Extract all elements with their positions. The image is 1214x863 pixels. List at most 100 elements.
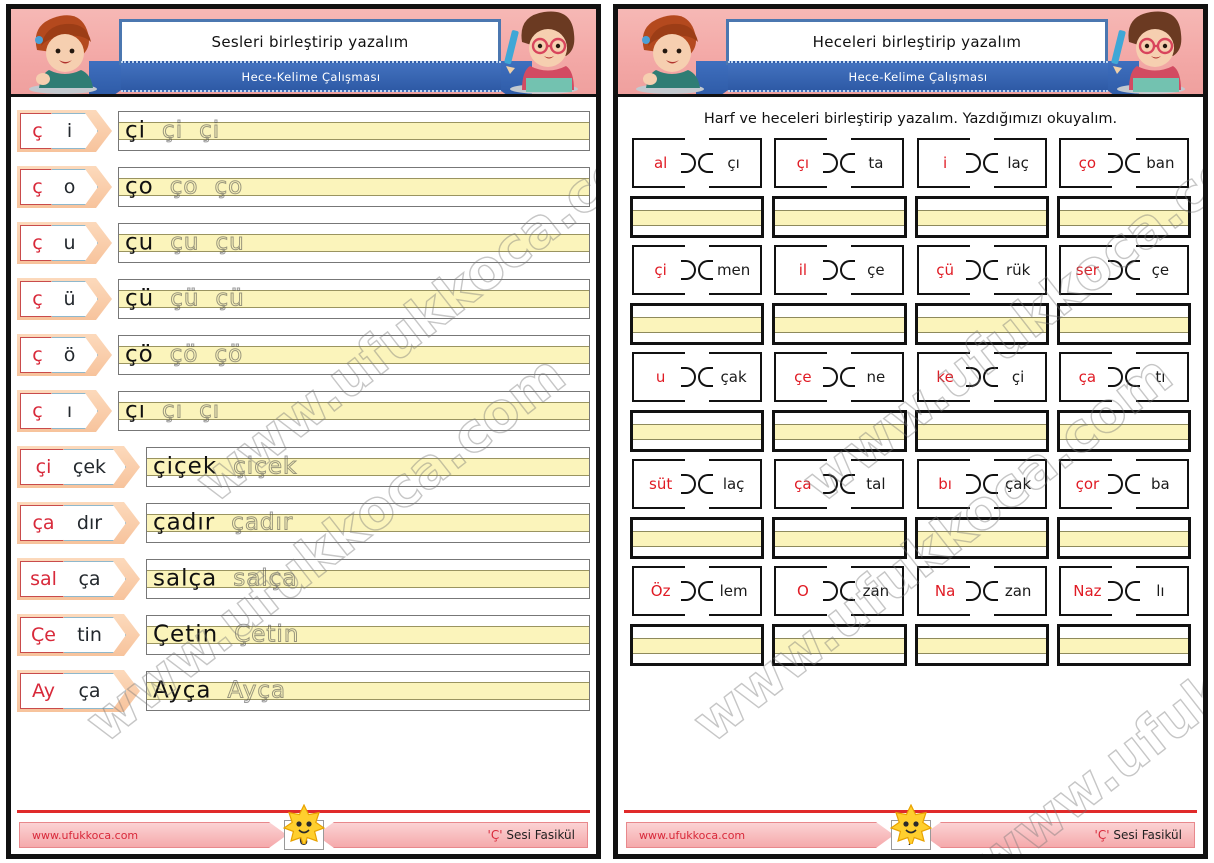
syllable-tag[interactable]: ç i bbox=[17, 110, 112, 152]
puzzle-pair[interactable]: il çe bbox=[774, 244, 905, 296]
puzzle-piece-left[interactable]: ke bbox=[916, 352, 981, 402]
footer-site-bar[interactable]: www.ufukkoca.com bbox=[626, 822, 894, 848]
answer-writing-line[interactable] bbox=[772, 410, 907, 452]
answer-writing-line[interactable] bbox=[772, 517, 907, 559]
answer-writing-line[interactable] bbox=[630, 303, 765, 345]
answer-writing-line[interactable] bbox=[914, 517, 1049, 559]
puzzle-pair[interactable]: al çı bbox=[632, 137, 763, 189]
syllable-tag[interactable]: ç ı bbox=[17, 390, 112, 432]
puzzle-pair[interactable]: çi men bbox=[632, 244, 763, 296]
puzzle-piece-left[interactable]: çe bbox=[774, 352, 839, 402]
syllable-tag[interactable]: sal ça bbox=[17, 558, 140, 600]
answer-writing-line[interactable] bbox=[914, 410, 1049, 452]
syllable-tag[interactable]: Çe tin bbox=[17, 614, 140, 656]
puzzle-piece-right[interactable]: men bbox=[698, 245, 763, 295]
answer-writing-line[interactable] bbox=[630, 517, 765, 559]
puzzle-piece-left[interactable]: O bbox=[774, 566, 839, 616]
answer-writing-line[interactable] bbox=[630, 410, 765, 452]
puzzle-piece-left[interactable]: çor bbox=[1058, 459, 1123, 509]
puzzle-pair[interactable]: ça tı bbox=[1058, 351, 1189, 403]
puzzle-piece-left[interactable]: Naz bbox=[1058, 566, 1123, 616]
puzzle-pair[interactable]: Öz lem bbox=[632, 565, 763, 617]
puzzle-piece-left[interactable]: ser bbox=[1058, 245, 1123, 295]
puzzle-piece-right[interactable]: lem bbox=[698, 566, 763, 616]
puzzle-piece-right[interactable]: laç bbox=[698, 459, 763, 509]
puzzle-piece-left[interactable]: Öz bbox=[632, 566, 697, 616]
puzzle-pair[interactable]: i laç bbox=[916, 137, 1047, 189]
answer-writing-line[interactable] bbox=[914, 303, 1049, 345]
puzzle-piece-right[interactable]: tı bbox=[1124, 352, 1189, 402]
footer-booklet-bar[interactable]: 'Ç' Sesi Fasikül bbox=[923, 822, 1195, 848]
puzzle-pair[interactable]: ser çe bbox=[1058, 244, 1189, 296]
syllable-tag[interactable]: ça dır bbox=[17, 502, 140, 544]
puzzle-piece-left[interactable]: çi bbox=[632, 245, 697, 295]
writing-line[interactable]: Ayça Ayça bbox=[146, 671, 590, 711]
puzzle-pair[interactable]: ço ban bbox=[1058, 137, 1189, 189]
puzzle-piece-left[interactable]: Na bbox=[916, 566, 981, 616]
answer-writing-line[interactable] bbox=[772, 303, 907, 345]
answer-writing-line[interactable] bbox=[772, 196, 907, 238]
puzzle-pair[interactable]: çor ba bbox=[1058, 458, 1189, 510]
puzzle-piece-left[interactable]: u bbox=[632, 352, 697, 402]
puzzle-piece-right[interactable]: rük bbox=[982, 245, 1047, 295]
writing-line[interactable]: çiçek çiçek bbox=[146, 447, 590, 487]
puzzle-pair[interactable]: çe ne bbox=[774, 351, 905, 403]
puzzle-piece-right[interactable]: çak bbox=[982, 459, 1047, 509]
writing-line[interactable]: çı çı çı bbox=[118, 391, 590, 431]
writing-line[interactable]: çi çi çi bbox=[118, 111, 590, 151]
writing-line[interactable]: Çetin Çetin bbox=[146, 615, 590, 655]
puzzle-piece-right[interactable]: tal bbox=[840, 459, 905, 509]
puzzle-pair[interactable]: O zan bbox=[774, 565, 905, 617]
puzzle-piece-left[interactable]: bı bbox=[916, 459, 981, 509]
puzzle-pair[interactable]: u çak bbox=[632, 351, 763, 403]
answer-writing-line[interactable] bbox=[772, 624, 907, 666]
writing-line[interactable]: çü çü çü bbox=[118, 279, 590, 319]
puzzle-pair[interactable]: bı çak bbox=[916, 458, 1047, 510]
puzzle-piece-right[interactable]: çe bbox=[840, 245, 905, 295]
writing-line[interactable]: çu çu çu bbox=[118, 223, 590, 263]
puzzle-piece-right[interactable]: ban bbox=[1124, 138, 1189, 188]
puzzle-piece-right[interactable]: ba bbox=[1124, 459, 1189, 509]
puzzle-piece-right[interactable]: zan bbox=[982, 566, 1047, 616]
puzzle-piece-left[interactable]: ça bbox=[774, 459, 839, 509]
puzzle-pair[interactable]: Na zan bbox=[916, 565, 1047, 617]
syllable-tag[interactable]: ç o bbox=[17, 166, 112, 208]
syllable-tag[interactable]: Ay ça bbox=[17, 670, 140, 712]
answer-writing-line[interactable] bbox=[914, 196, 1049, 238]
footer-site-bar[interactable]: www.ufukkoca.com bbox=[19, 822, 287, 848]
puzzle-pair[interactable]: süt laç bbox=[632, 458, 763, 510]
answer-writing-line[interactable] bbox=[914, 624, 1049, 666]
answer-writing-line[interactable] bbox=[1056, 196, 1191, 238]
answer-writing-line[interactable] bbox=[1056, 410, 1191, 452]
puzzle-piece-right[interactable]: çı bbox=[698, 138, 763, 188]
answer-writing-line[interactable] bbox=[1056, 624, 1191, 666]
puzzle-piece-right[interactable]: ta bbox=[840, 138, 905, 188]
answer-writing-line[interactable] bbox=[1056, 303, 1191, 345]
puzzle-piece-left[interactable]: çı bbox=[774, 138, 839, 188]
puzzle-piece-left[interactable]: i bbox=[916, 138, 981, 188]
writing-line[interactable]: çadır çadır bbox=[146, 503, 590, 543]
syllable-tag[interactable]: ç ü bbox=[17, 278, 112, 320]
puzzle-piece-right[interactable]: çak bbox=[698, 352, 763, 402]
puzzle-pair[interactable]: ke çi bbox=[916, 351, 1047, 403]
puzzle-piece-right[interactable]: zan bbox=[840, 566, 905, 616]
puzzle-piece-left[interactable]: al bbox=[632, 138, 697, 188]
puzzle-piece-left[interactable]: il bbox=[774, 245, 839, 295]
puzzle-piece-right[interactable]: laç bbox=[982, 138, 1047, 188]
puzzle-piece-right[interactable]: lı bbox=[1124, 566, 1189, 616]
writing-line[interactable]: salça salça bbox=[146, 559, 590, 599]
puzzle-piece-right[interactable]: ne bbox=[840, 352, 905, 402]
puzzle-pair[interactable]: ça tal bbox=[774, 458, 905, 510]
syllable-tag[interactable]: çi çek bbox=[17, 446, 140, 488]
puzzle-pair[interactable]: çı ta bbox=[774, 137, 905, 189]
puzzle-piece-left[interactable]: ço bbox=[1058, 138, 1123, 188]
puzzle-pair[interactable]: Naz lı bbox=[1058, 565, 1189, 617]
puzzle-piece-right[interactable]: çi bbox=[982, 352, 1047, 402]
puzzle-piece-left[interactable]: süt bbox=[632, 459, 697, 509]
syllable-tag[interactable]: ç ö bbox=[17, 334, 112, 376]
answer-writing-line[interactable] bbox=[1056, 517, 1191, 559]
puzzle-piece-right[interactable]: çe bbox=[1124, 245, 1189, 295]
answer-writing-line[interactable] bbox=[630, 624, 765, 666]
puzzle-piece-left[interactable]: ça bbox=[1058, 352, 1123, 402]
syllable-tag[interactable]: ç u bbox=[17, 222, 112, 264]
